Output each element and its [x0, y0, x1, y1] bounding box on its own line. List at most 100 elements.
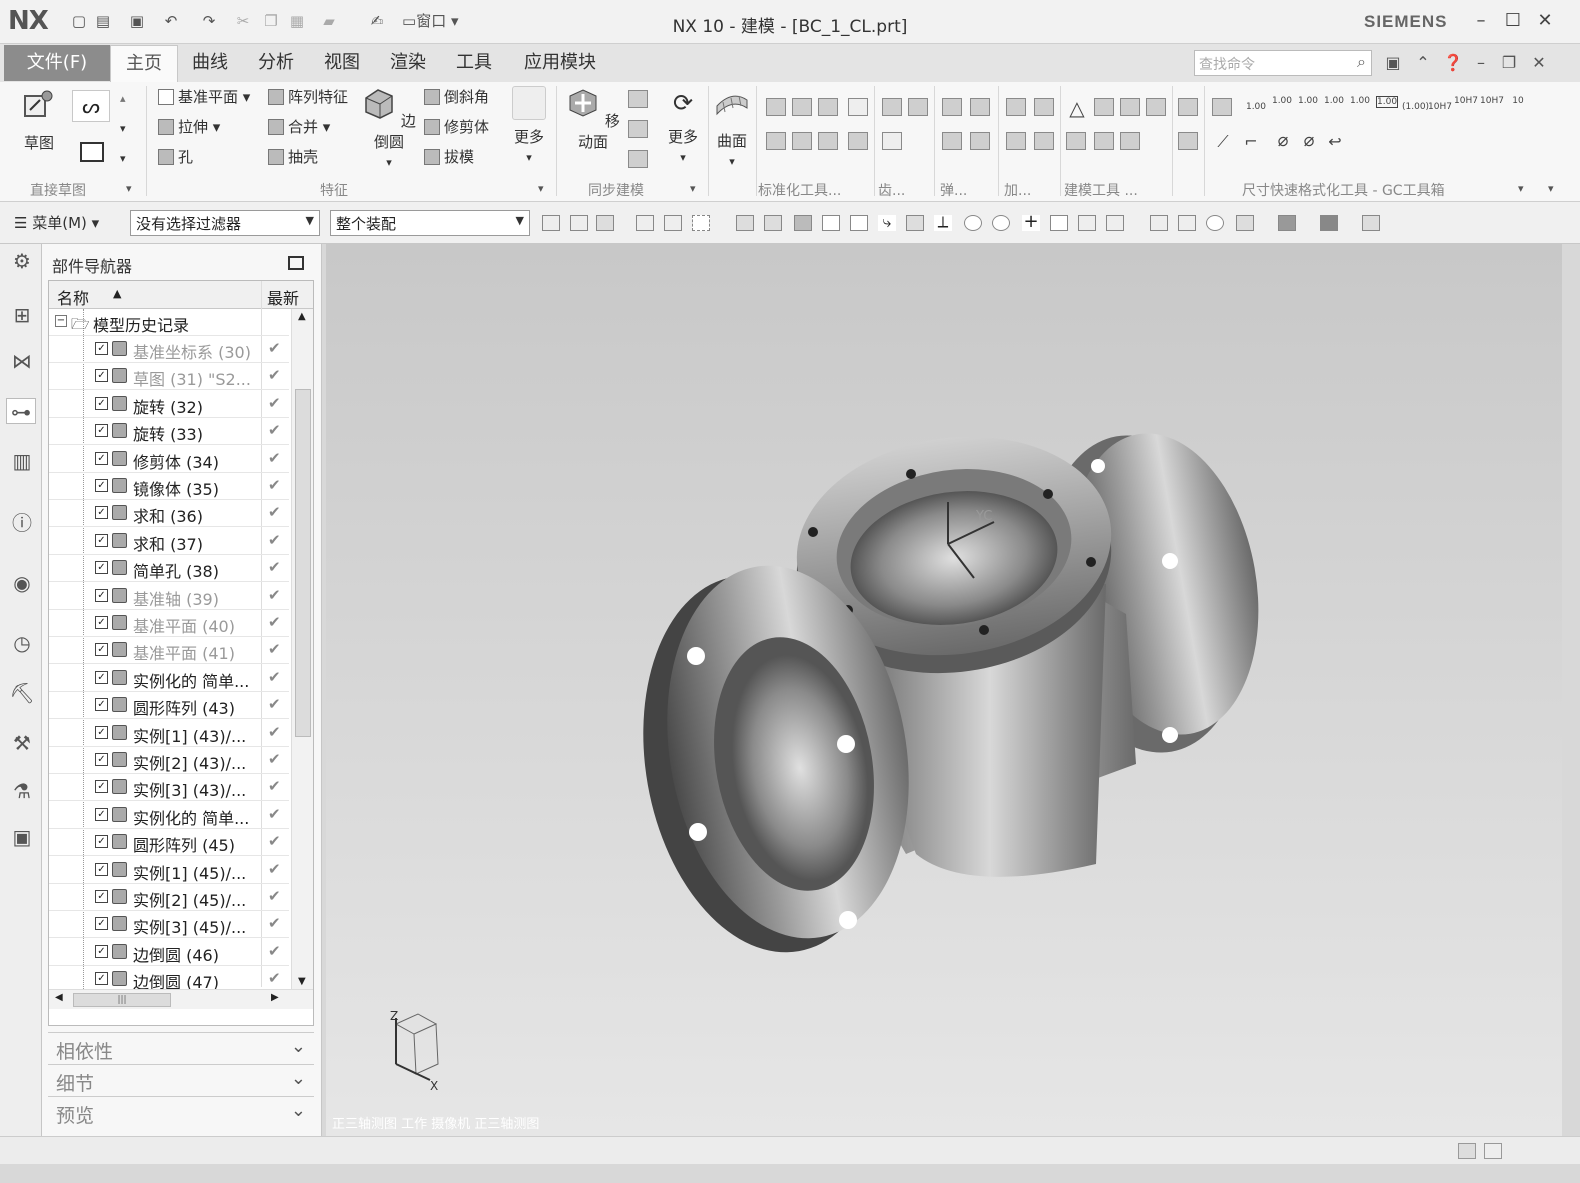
visibility-checkbox[interactable]: ✓: [95, 972, 108, 986]
part-navigator-icon[interactable]: ⊶: [6, 398, 36, 424]
tree-row[interactable]: ✓ 草图 (31) "S2... ✔: [49, 363, 289, 391]
datum-plane-button[interactable]: 基准平面 ▾: [158, 86, 250, 108]
zoom-icon[interactable]: [1178, 215, 1196, 231]
surface-button[interactable]: 曲面 ▾: [712, 86, 752, 169]
select-sheet-icon[interactable]: [764, 215, 782, 231]
visibility-checkbox[interactable]: ✓: [95, 424, 108, 438]
doc-restore-icon[interactable]: ❐: [1498, 52, 1520, 74]
tab-home[interactable]: 主页: [110, 45, 178, 82]
sync-tool-icon-2[interactable]: [628, 120, 648, 138]
modeling-tool-icon-4[interactable]: [1066, 132, 1086, 150]
dim-tool-8[interactable]: 10H7: [1428, 102, 1452, 112]
scroll-left-icon[interactable]: ◀: [55, 992, 63, 1003]
tab-view[interactable]: 视图: [314, 45, 370, 82]
status-icon-1[interactable]: [1458, 1143, 1476, 1159]
search-icon[interactable]: ⌕: [1357, 52, 1366, 72]
tree-row[interactable]: ✓ 基准平面 (41) ✔: [49, 637, 289, 665]
rotate-icon[interactable]: [1206, 215, 1224, 231]
gc-options-icon[interactable]: ▾: [1518, 182, 1524, 195]
visibility-checkbox[interactable]: ✓: [95, 753, 108, 766]
tree-row[interactable]: ✓ 实例[3] (43)/... ✔: [49, 774, 289, 802]
scrollbar-thumb[interactable]: |||: [73, 993, 171, 1007]
visibility-checkbox[interactable]: ✓: [95, 451, 108, 465]
graphics-window[interactable]: YC Z X 正三轴测图 工作 摄像机 正三轴测图: [326, 244, 1562, 1136]
visibility-checkbox[interactable]: ✓: [95, 944, 108, 958]
std-tool-icon-7[interactable]: [818, 132, 838, 150]
select-feature-icon[interactable]: [542, 215, 560, 231]
feature-more-button[interactable]: 更多 ▾: [506, 86, 552, 165]
perpendicular-icon[interactable]: ⟂: [934, 214, 952, 231]
visibility-checkbox[interactable]: ✓: [95, 342, 108, 355]
direct-sketch-options-icon[interactable]: ▾: [126, 182, 132, 195]
tree-row[interactable]: ✓ 简单孔 (38) ✔: [49, 555, 289, 583]
maximize-panel-icon[interactable]: [288, 256, 304, 270]
tree-row[interactable]: ✓ 基准平面 (40) ✔: [49, 610, 289, 637]
fit-window-icon[interactable]: ▣: [1382, 52, 1404, 74]
visibility-checkbox[interactable]: ✓: [95, 561, 108, 575]
std-tool-icon-8[interactable]: [848, 132, 868, 150]
dim-tool-1[interactable]: 1.00: [1244, 102, 1268, 112]
visibility-checkbox[interactable]: ✓: [95, 917, 108, 931]
point-on-curve-icon[interactable]: [1050, 215, 1068, 231]
dim-tool-11[interactable]: 10: [1506, 96, 1530, 106]
tree-row[interactable]: ✓ 实例[3] (45)/... ✔: [49, 911, 289, 939]
intersection-point-icon[interactable]: [906, 215, 924, 231]
tree-row[interactable]: ✓ 实例[2] (45)/... ✔: [49, 884, 289, 911]
manufacturing-wizard-icon[interactable]: ⚗: [9, 778, 35, 804]
add-tool-icon-2[interactable]: [1034, 98, 1054, 116]
dim-tool-2[interactable]: 1.00: [1270, 96, 1294, 106]
select-edge-icon[interactable]: [664, 215, 682, 231]
dim-tool-3[interactable]: 1.00: [1296, 96, 1320, 106]
diameter-icon-1[interactable]: ⌀: [1272, 130, 1294, 151]
constraint-navigator-icon[interactable]: ⋈: [9, 348, 35, 374]
maximize-button[interactable]: ☐: [1500, 8, 1526, 34]
triangle-icon[interactable]: △: [1066, 96, 1088, 120]
snap-point-icon[interactable]: [794, 215, 812, 231]
tree-root-model-history[interactable]: − 🗁 模型历史记录: [49, 309, 289, 336]
edit-section-icon[interactable]: [1320, 215, 1338, 231]
profile-icon[interactable]: ᔕ: [72, 90, 110, 122]
tree-row[interactable]: ✓ 圆形阵列 (45) ✔: [49, 829, 289, 857]
return-icon[interactable]: ↩: [1324, 132, 1346, 151]
hole-button[interactable]: 孔: [158, 146, 193, 168]
visibility-checkbox[interactable]: ✓: [95, 835, 108, 849]
modeling-tool-icon-3[interactable]: [1146, 98, 1166, 116]
tree-row[interactable]: ✓ 求和 (36) ✔: [49, 500, 289, 528]
gear-tool-icon-3[interactable]: [882, 132, 902, 150]
dim-tool-9[interactable]: 10H7: [1454, 96, 1478, 106]
add-tool-icon-3[interactable]: [1006, 132, 1026, 150]
dim-slope-icon[interactable]: ⟋: [1212, 132, 1234, 152]
unite-button[interactable]: 合并 ▾: [268, 116, 330, 138]
draft-button[interactable]: 拔模: [424, 146, 474, 168]
extrude-button[interactable]: 拉伸 ▾: [158, 116, 220, 138]
modeling-tool-icon-6[interactable]: [1120, 132, 1140, 150]
view-triad[interactable]: Z X: [390, 1009, 439, 1093]
tree-row[interactable]: ✓ 边倒圆 (46) ✔: [49, 939, 289, 966]
spring-tool-icon-4[interactable]: [970, 132, 990, 150]
control-point-icon[interactable]: ⤷: [878, 214, 896, 231]
tree-row[interactable]: ✓ 实例[2] (43)/... ✔: [49, 747, 289, 774]
std-tool-icon-1[interactable]: [766, 98, 786, 116]
modeling-tool-icon-1[interactable]: [1094, 98, 1114, 116]
tree-row[interactable]: ✓ 实例[1] (43)/... ✔: [49, 720, 289, 747]
full-screen-icon[interactable]: [1484, 1143, 1502, 1159]
sync-more-button[interactable]: ⟳ 更多 ▾: [660, 86, 706, 165]
doc-close-icon[interactable]: ✕: [1528, 52, 1550, 74]
rectangle-icon[interactable]: [80, 142, 104, 162]
gc-tool-icon-1[interactable]: [1178, 98, 1198, 116]
gear-tool-icon-1[interactable]: [882, 98, 902, 116]
visibility-checkbox[interactable]: ✓: [95, 807, 108, 821]
process-studio-icon[interactable]: ⚒: [9, 730, 35, 756]
tab-render[interactable]: 渲染: [380, 45, 436, 82]
visibility-checkbox[interactable]: ✓: [95, 369, 108, 383]
mid-point-icon[interactable]: [850, 215, 868, 231]
help-icon[interactable]: ❓: [1442, 52, 1464, 74]
rectangle-select-icon[interactable]: [692, 215, 710, 231]
preview-panel[interactable]: 预览 ⌄: [48, 1096, 314, 1127]
visibility-checkbox[interactable]: ✓: [95, 698, 108, 712]
shell-button[interactable]: 抽壳: [268, 146, 318, 168]
column-header-name[interactable]: 名称: [57, 285, 89, 309]
visibility-checkbox[interactable]: ✓: [95, 396, 108, 410]
bounded-grid-icon[interactable]: [1106, 215, 1124, 231]
gc-tool-icon-2[interactable]: [1178, 132, 1198, 150]
